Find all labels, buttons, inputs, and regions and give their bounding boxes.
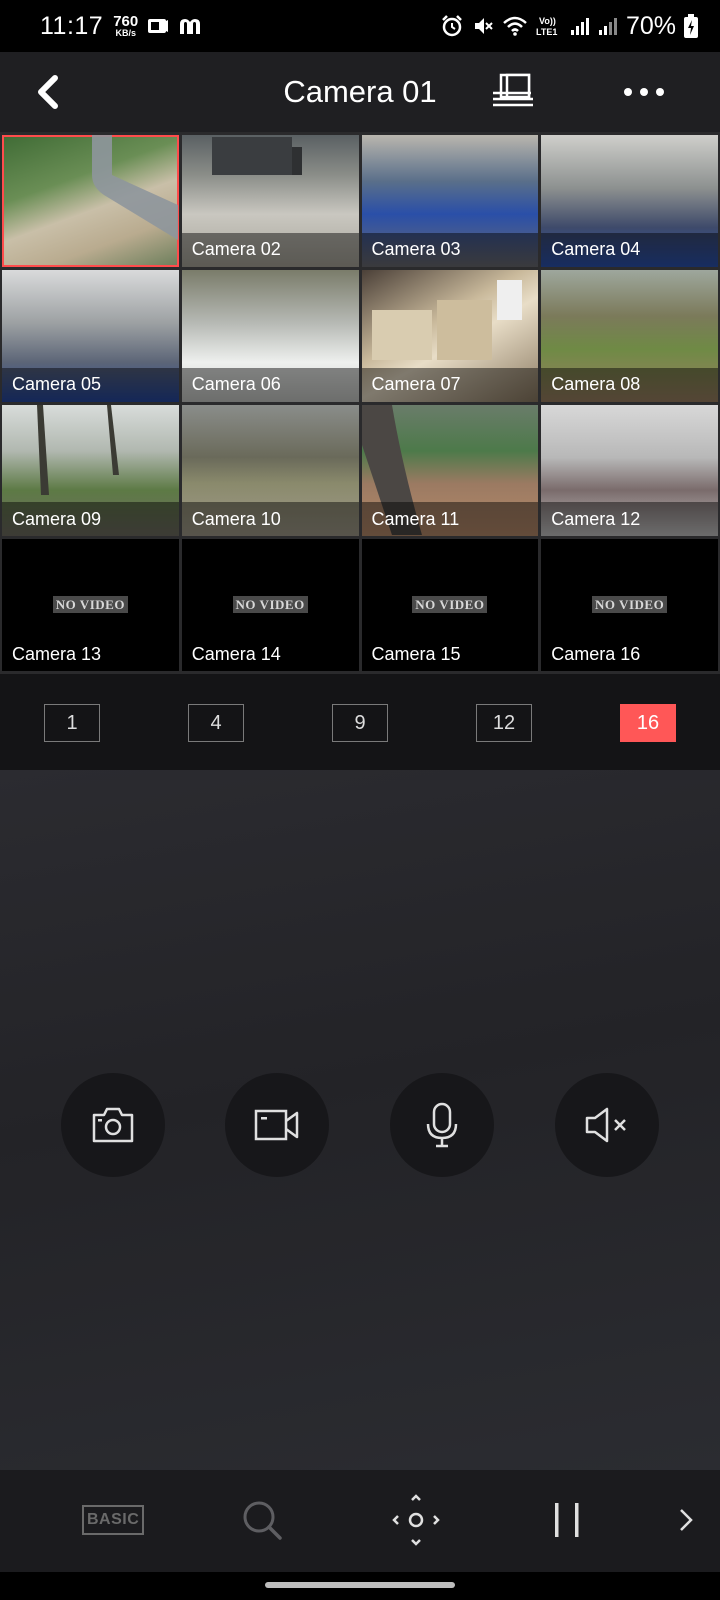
svg-text:Vo)): Vo)) [539, 16, 556, 26]
chevron-right-icon [676, 1507, 696, 1533]
camera-tile-08[interactable]: Camera 08 [541, 269, 718, 402]
pause-button[interactable] [552, 1494, 582, 1546]
home-indicator[interactable] [265, 1582, 455, 1588]
page-title: Camera 01 [283, 74, 437, 109]
camera-label: Camera 12 [541, 502, 718, 537]
next-page-button[interactable] [676, 1494, 696, 1546]
no-video-indicator: NO VIDEO [592, 596, 668, 614]
basic-mode-button[interactable]: BASIC [82, 1494, 145, 1546]
battery-percent: 70% [625, 11, 676, 40]
layout-option-16[interactable]: 16 [620, 704, 676, 742]
svg-text:LTE1: LTE1 [536, 27, 557, 37]
camera-tile-13[interactable]: NO VIDEO Camera 13 [2, 539, 179, 671]
microphone-icon [424, 1102, 460, 1148]
no-video-indicator: NO VIDEO [232, 596, 308, 614]
no-video-indicator: NO VIDEO [52, 596, 128, 614]
camera-tile-10[interactable]: Camera 10 [181, 404, 359, 537]
camera-label: Camera 02 [181, 232, 359, 267]
camera-tile-16[interactable]: NO VIDEO Camera 16 [541, 539, 718, 671]
audio-toggle-button[interactable] [555, 1073, 659, 1177]
camera-grid: Camera 02 Camera 03 Camera 04 Camera 05 … [0, 132, 720, 674]
layout-selector: 1 4 9 12 16 [0, 674, 720, 770]
m-app-icon [178, 16, 202, 36]
volte-icon: Vo)) LTE1 [536, 14, 562, 38]
camera-tile-01[interactable] [2, 135, 179, 267]
talk-button[interactable] [390, 1073, 494, 1177]
video-record-icon [253, 1107, 301, 1143]
network-speed-unit: KB/s [115, 28, 136, 38]
camera-label: Camera 14 [191, 643, 281, 664]
network-speed-value: 760 [113, 13, 139, 30]
camera-tile-03[interactable]: Camera 03 [361, 135, 539, 267]
camera-tile-05[interactable]: Camera 05 [2, 269, 179, 402]
camera-label: Camera 07 [361, 367, 539, 402]
system-nav-bar [0, 1572, 720, 1600]
signal-icon [598, 16, 618, 36]
camera-label: Camera 09 [2, 502, 179, 537]
signal-icon [570, 16, 590, 36]
more-options-button[interactable] [616, 72, 672, 112]
camera-tile-04[interactable]: Camera 04 [541, 135, 718, 267]
camera-label: Camera 13 [12, 643, 102, 664]
ptz-control-button[interactable] [392, 1494, 440, 1546]
status-time: 11:17 [40, 11, 104, 40]
app-header: Camera 01 [0, 52, 720, 132]
camera-tile-09[interactable]: Camera 09 [2, 404, 179, 537]
more-icon [622, 86, 666, 98]
camera-tile-14[interactable]: NO VIDEO Camera 14 [181, 539, 359, 671]
control-panel [0, 770, 720, 1470]
camera-label: Camera 08 [541, 367, 718, 402]
status-bar: 11:17 760 KB/s Vo)) LTE1 70% [0, 0, 720, 52]
search-icon [240, 1498, 284, 1542]
record-button[interactable] [225, 1073, 329, 1177]
wifi-icon [502, 15, 528, 37]
camera-tile-07[interactable]: Camera 07 [361, 269, 539, 402]
camera-tile-15[interactable]: NO VIDEO Camera 15 [361, 539, 539, 671]
basic-mode-label: BASIC [82, 1505, 145, 1535]
mute-icon [472, 15, 494, 37]
camera-label [2, 233, 179, 267]
pause-icon [552, 1500, 582, 1540]
network-speed: 760 KB/s [113, 14, 138, 38]
camera-label: Camera 03 [361, 232, 539, 267]
bottom-toolbar: BASIC [0, 1470, 720, 1572]
camera-label: Camera 11 [361, 502, 539, 537]
camera-tile-12[interactable]: Camera 12 [541, 404, 718, 537]
layout-toggle-button[interactable] [490, 72, 538, 112]
camera-label: Camera 04 [541, 232, 718, 267]
camera-tile-11[interactable]: Camera 11 [361, 404, 539, 537]
camera-label: Camera 16 [551, 643, 641, 664]
camera-tile-02[interactable]: Camera 02 [181, 135, 359, 267]
ptz-icon [392, 1494, 440, 1546]
alarm-icon [440, 14, 464, 38]
camera-tile-06[interactable]: Camera 06 [181, 269, 359, 402]
snapshot-button[interactable] [61, 1073, 165, 1177]
battery-charging-icon [684, 14, 698, 38]
search-button[interactable] [240, 1494, 284, 1546]
layout-option-4[interactable]: 4 [188, 704, 244, 742]
camera-snapshot-icon [90, 1105, 136, 1145]
messenger-icon [146, 15, 170, 37]
layout-option-1[interactable]: 1 [44, 704, 100, 742]
layout-option-9[interactable]: 9 [332, 704, 388, 742]
layout-option-12[interactable]: 12 [476, 704, 532, 742]
camera-label: Camera 05 [2, 367, 179, 402]
no-video-indicator: NO VIDEO [412, 596, 488, 614]
speaker-muted-icon [583, 1105, 631, 1145]
camera-label: Camera 15 [371, 643, 461, 664]
camera-label: Camera 10 [181, 502, 359, 537]
layout-monitor-icon [491, 73, 537, 111]
camera-label: Camera 06 [181, 367, 359, 402]
